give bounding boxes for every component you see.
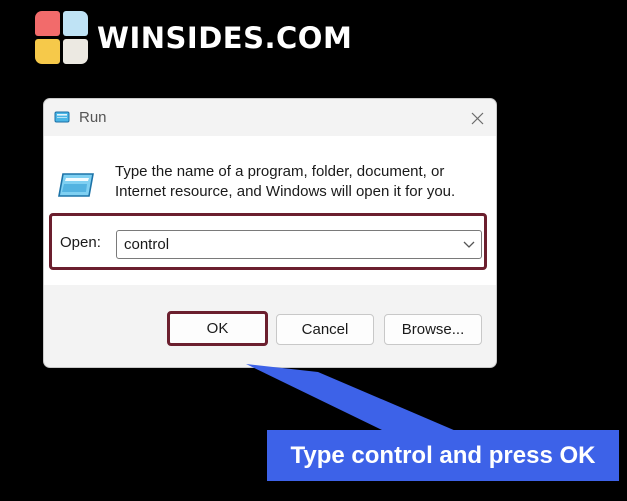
logo-square-yellow [35, 39, 60, 64]
logo-square-white [63, 39, 88, 64]
open-combobox[interactable]: control [116, 230, 482, 259]
close-icon [471, 112, 483, 124]
browse-button[interactable]: Browse... [384, 314, 482, 345]
logo-square-red [35, 11, 60, 36]
instruction-callout: Type control and press OK [267, 430, 619, 481]
brand-name: WINSIDES.COM [97, 21, 353, 55]
open-label: Open: [60, 234, 101, 251]
run-app-icon [54, 111, 70, 123]
dialog-title: Run [79, 109, 107, 126]
ok-button[interactable]: OK [167, 311, 268, 346]
open-row-highlight: Open: control [49, 213, 487, 270]
dialog-content: Type the name of a program, folder, docu… [44, 136, 496, 285]
winsides-logo-icon [35, 11, 88, 64]
cancel-button[interactable]: Cancel [276, 314, 374, 345]
close-button[interactable] [464, 105, 490, 131]
logo-square-blue [63, 11, 88, 36]
dialog-titlebar[interactable]: Run [44, 99, 496, 136]
run-app-icon [58, 173, 94, 197]
screenshot-stage: WINSIDES.COM Run Type the name of a prog… [0, 0, 627, 501]
run-dialog: Run Type the name of a program, folder, … [43, 98, 497, 368]
chevron-down-icon[interactable] [463, 239, 475, 249]
open-input-value[interactable]: control [124, 235, 169, 255]
dialog-description: Type the name of a program, folder, docu… [115, 163, 456, 200]
